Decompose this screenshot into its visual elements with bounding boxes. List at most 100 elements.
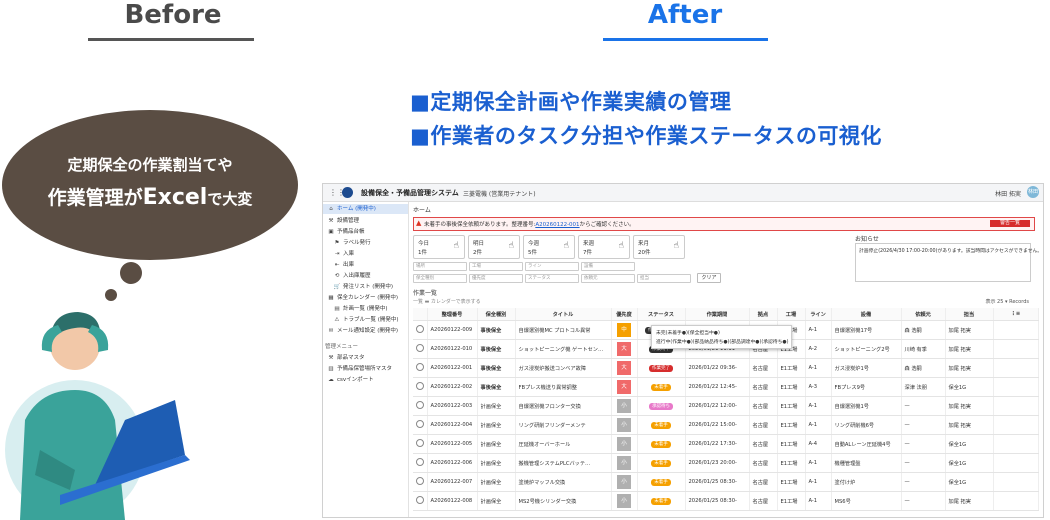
sidebar-item-14[interactable]: ▥ 予備品保管場所マスタ (323, 364, 408, 374)
sidebar-item-8[interactable]: ▦ 保全カレンダー (開発中) (323, 293, 408, 303)
card-count: 2件 (473, 250, 482, 256)
sidebar-item-label: 入出庫履歴 (343, 273, 371, 279)
filter-select[interactable]: 依頼元 (581, 274, 635, 283)
table-row[interactable]: A20260122-008 計画保全 MS2号機シリンダー交換小 未着手 2026/01… (413, 491, 1039, 511)
period-card-3[interactable]: 来週 7件 ☝ (578, 235, 630, 259)
sidebar-item-15[interactable]: ☁ csvインポート (323, 375, 408, 385)
warning-list-button[interactable]: 警告一覧 (990, 220, 1030, 227)
cell-kind: 計画保全 (477, 453, 516, 473)
avatar[interactable]: 林田 (1027, 186, 1039, 198)
column-header[interactable]: ライン (805, 308, 832, 321)
table-row[interactable]: A20260122-005 計画保全 圧延機オーバーホール小 未着手 2026/01/2… (413, 434, 1039, 454)
filter-select[interactable]: 保全種別 (413, 274, 467, 283)
column-header[interactable]: ⋮≡ (993, 308, 1039, 321)
cell-priority: 小 (611, 491, 638, 511)
sidebar-item-11[interactable]: ✉ メール通知設定 (開発中) (323, 326, 408, 336)
row-radio[interactable] (416, 325, 424, 333)
cell-title: MS2号機シリンダー交換 (515, 491, 612, 511)
cell-assignee: 加尾 拓実 (945, 358, 994, 378)
sidebar-item-13[interactable]: ⚒ 部品マスタ (323, 353, 408, 363)
column-header[interactable]: 工場 (777, 308, 806, 321)
cell-priority: 小 (611, 472, 638, 492)
filter-select[interactable]: ステータス (525, 274, 579, 283)
cell-period: 2026/01/22 09:36- (685, 358, 750, 378)
thought-bubble-tail (120, 262, 142, 284)
table-row[interactable]: A20260122-001 事後保全 ガス浸炭炉搬送コンベア故障大 作業完了 2026/… (413, 358, 1039, 378)
sidebar-item-icon: 🛒 (333, 284, 341, 290)
pager[interactable]: 表示 25 ▾ Records (985, 298, 1029, 305)
table-row[interactable]: A20260122-006 計画保全 搬機管理システムPLCバッテ… 小 未着手 2026… (413, 453, 1039, 473)
table-row[interactable]: A20260122-004 計画保全 リング研削フリンダーメンテ小 未着手 2026/0… (413, 415, 1039, 435)
cell-requester: 川崎 有季 (901, 339, 946, 359)
cell-priority: 小 (611, 415, 638, 435)
table-row[interactable]: A20260122-007 計画保全 塗焼炉マッフル交換小 未着手 2026/01/25… (413, 472, 1039, 492)
period-card-1[interactable]: 明日 2件 ☝ (468, 235, 520, 259)
cell-kind: 計画保全 (477, 472, 516, 492)
calendar-toggle[interactable]: 一覧 ▬ カレンダーで表示する (413, 298, 481, 305)
row-radio[interactable] (416, 344, 424, 352)
cell-line: A-1 (805, 472, 832, 492)
row-radio[interactable] (416, 458, 424, 466)
filter-select[interactable]: 場所 (413, 262, 467, 271)
column-header[interactable]: 保全種別 (477, 308, 516, 321)
sidebar-item-0[interactable]: ⌂ ホーム (開発中) (323, 204, 408, 214)
sidebar-item-10[interactable]: ⚠ トラブル一覧 (開発中) (323, 315, 414, 325)
cell-blank (993, 434, 1039, 454)
filter-select[interactable]: 工場 (469, 262, 523, 271)
after-label: After (647, 0, 723, 30)
filter-select[interactable]: ライン (525, 262, 579, 271)
row-radio[interactable] (416, 382, 424, 390)
column-header[interactable]: ステータス (637, 308, 686, 321)
cell-site: 名古屋 (749, 434, 778, 454)
row-radio[interactable] (416, 496, 424, 504)
cell-blank (993, 320, 1039, 340)
table-row[interactable]: A20260122-002 事後保全 FBプレス機送り異常調整大 未着手 2026/01… (413, 377, 1039, 397)
sidebar-item-icon: ⇥ (334, 251, 340, 257)
sidebar-item-1[interactable]: ⚒ 設備管理 (323, 216, 408, 226)
cell-line: A-1 (805, 396, 832, 416)
column-header[interactable]: 設備 (831, 308, 902, 321)
sidebar-item-icon: ⚠ (334, 317, 340, 323)
sidebar-item-label: 発注リスト (開発中) (343, 284, 394, 290)
sidebar-item-5[interactable]: ⇤ 出庫 (323, 260, 414, 270)
sidebar-item-7[interactable]: 🛒 発注リスト (開発中) (323, 282, 414, 292)
sidebar-item-6[interactable]: ⟲ 入出庫履歴 (323, 271, 414, 281)
cell-period: 2026/01/22 17:30- (685, 434, 750, 454)
period-card-2[interactable]: 今週 5件 ☝ (523, 235, 575, 259)
row-radio[interactable] (416, 401, 424, 409)
column-header[interactable]: 作業期間 (685, 308, 750, 321)
cell-title: 搬機管理システムPLCバッテ… (515, 453, 612, 473)
row-radio[interactable] (416, 439, 424, 447)
table-row[interactable]: A20260122-003 計画保全 自爆選別機フロンター交換小 承認待ち 2026/0… (413, 396, 1039, 416)
cell-assignee: 加尾 拓実 (945, 320, 994, 340)
period-card-4[interactable]: 来月 20件 ☝ (633, 235, 685, 259)
cell-factory: E1工場 (777, 396, 806, 416)
cell-number: A20260122-008 (427, 491, 478, 511)
filter-select[interactable]: 優先度 (469, 274, 523, 283)
row-radio-cell (413, 358, 428, 378)
column-header[interactable]: 優先度 (611, 308, 638, 321)
sidebar-item-icon: ▦ (328, 295, 334, 301)
filter-select[interactable]: 設備 (581, 262, 635, 271)
popup-line-1: 未完(未着手●)(保全担当中●) (656, 331, 720, 336)
alert-link[interactable]: A20260122-001 (535, 222, 579, 228)
cell-kind: 計画保全 (477, 415, 516, 435)
row-radio[interactable] (416, 477, 424, 485)
column-header[interactable]: 整理番号 (427, 308, 478, 321)
column-header[interactable]: 依頼元 (901, 308, 946, 321)
filter-select[interactable]: 担当 (637, 274, 691, 283)
sidebar-item-2[interactable]: ▣ 予備品台帳 (323, 227, 408, 237)
app-topbar: ⋮⋮⋮ 設備保全・予備品管理システム 三菱電機 (営業用テナント) 林田 拓実 … (323, 184, 1043, 202)
period-card-0[interactable]: 今日 1件 ☝ (413, 235, 465, 259)
column-header[interactable] (413, 308, 428, 321)
column-header[interactable]: 拠点 (749, 308, 778, 321)
clear-button[interactable]: クリア (697, 273, 721, 283)
sidebar-item-4[interactable]: ⇥ 入庫 (323, 249, 414, 259)
sidebar-item-3[interactable]: ⚑ ラベル発行 (323, 238, 414, 248)
cell-status: 未着手 (637, 453, 686, 473)
column-header[interactable]: 担当 (945, 308, 994, 321)
row-radio[interactable] (416, 363, 424, 371)
column-header[interactable]: タイトル (515, 308, 612, 321)
sidebar-item-9[interactable]: ▤ 計画一覧 (開発中) (323, 304, 414, 314)
row-radio[interactable] (416, 420, 424, 428)
